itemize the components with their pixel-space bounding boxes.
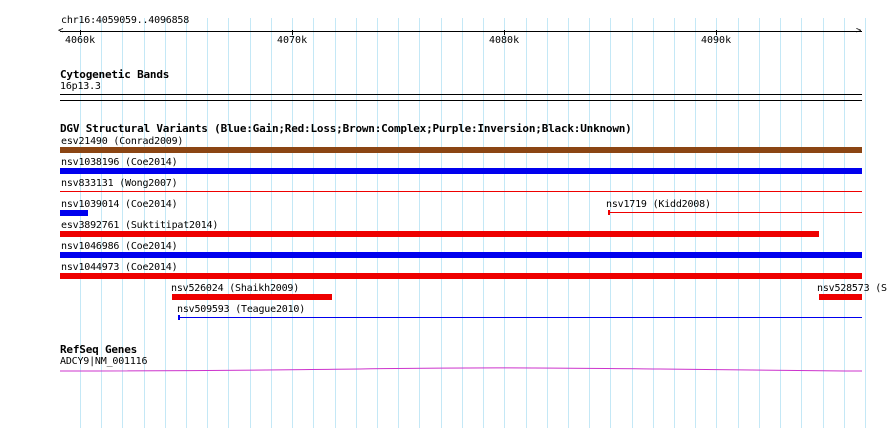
dgv-feature-bar[interactable] xyxy=(60,210,88,216)
ruler-tick-label: 4070k xyxy=(277,35,308,46)
dgv-feature-bar[interactable] xyxy=(178,317,862,318)
dgv-feature-start-cap xyxy=(608,210,610,215)
refseq-gene-line[interactable] xyxy=(60,364,862,376)
coordinate-label: chr16:4059059..4096858 xyxy=(61,15,190,26)
dgv-feature-bar[interactable] xyxy=(60,147,862,153)
dgv-feature-bar[interactable] xyxy=(172,294,332,300)
ruler-tick-label: 4060k xyxy=(65,35,96,46)
dgv-feature-label[interactable]: nsv1719 (Kidd2008) xyxy=(606,199,711,211)
dgv-feature-bar[interactable] xyxy=(819,294,862,300)
ruler-right-arrow: > xyxy=(856,26,862,36)
cytoband-band-top-line xyxy=(60,94,862,95)
ruler-left-arrow: < xyxy=(58,26,64,36)
cytoband-band-bottom-line xyxy=(60,100,862,101)
dgv-feature-bar[interactable] xyxy=(60,252,862,258)
ruler-tick-label: 4080k xyxy=(489,35,520,46)
genome-browser-view: chr16:4059059..4096858 < > 4060k 4070k 408… xyxy=(0,0,890,428)
cytoband-label: 16p13.3 xyxy=(60,81,101,92)
dgv-feature-bar[interactable] xyxy=(60,168,862,174)
ruler-tick-label: 4090k xyxy=(701,35,732,46)
dgv-feature-bar[interactable] xyxy=(60,231,819,237)
dgv-track-title[interactable]: DGV Structural Variants (Blue:Gain;Red:L… xyxy=(60,122,632,135)
ruler-axis xyxy=(60,31,862,32)
dgv-feature-label[interactable]: nsv833131 (Wong2007) xyxy=(61,178,178,190)
dgv-feature-bar[interactable] xyxy=(60,273,862,279)
dgv-feature-bar[interactable] xyxy=(608,212,862,213)
refseq-track-title[interactable]: RefSeq Genes xyxy=(60,343,137,356)
dgv-feature-label[interactable]: nsv509593 (Teague2010) xyxy=(177,304,305,316)
gridline xyxy=(865,18,866,428)
dgv-feature-bar[interactable] xyxy=(60,191,862,192)
dgv-feature-start-cap xyxy=(178,315,180,320)
cytoband-track-title[interactable]: Cytogenetic Bands xyxy=(60,68,169,81)
